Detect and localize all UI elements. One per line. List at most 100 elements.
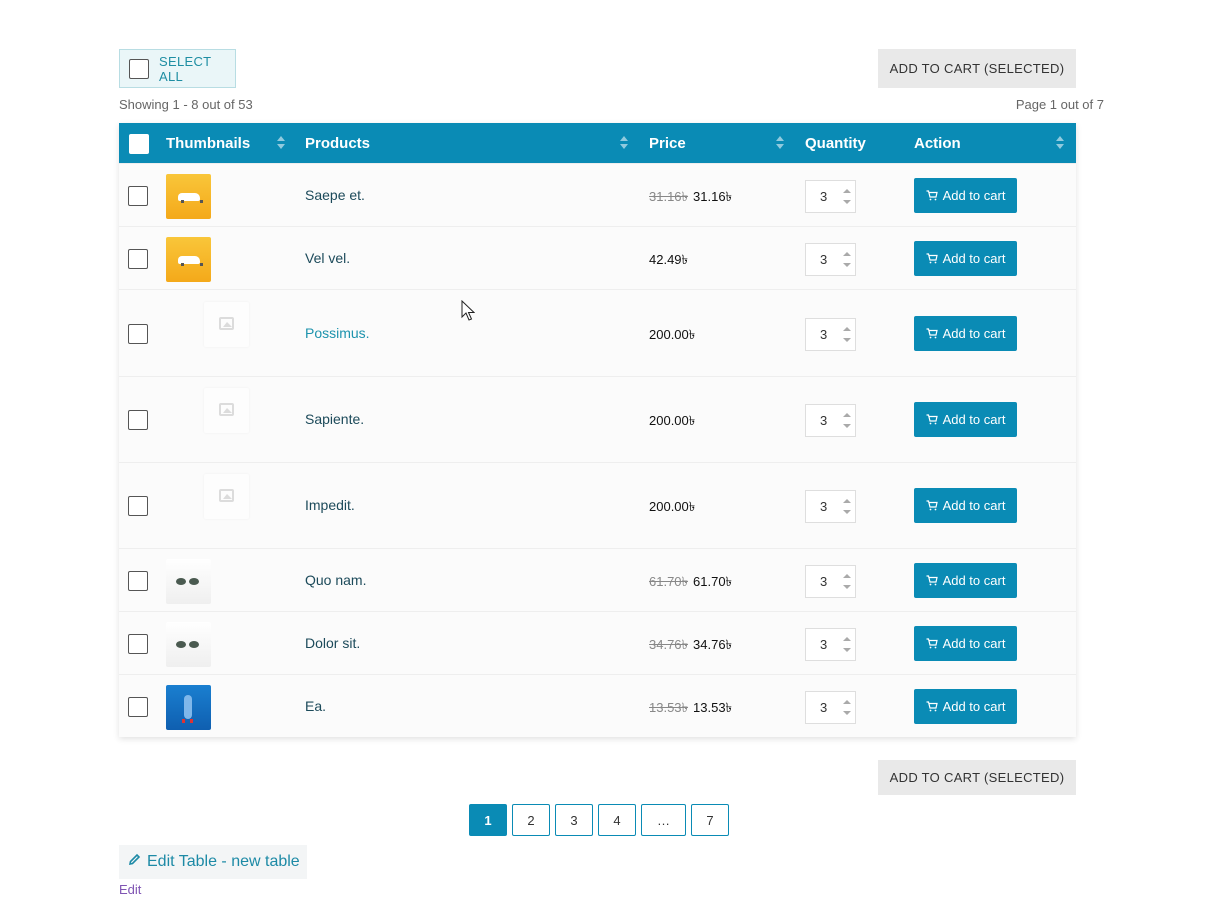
increment-arrow-icon[interactable] (843, 251, 851, 256)
image-placeholder-icon[interactable] (204, 388, 249, 433)
add-to-cart-label: Add to cart (942, 498, 1006, 513)
page-button[interactable]: 7 (691, 804, 729, 836)
quantity-value: 3 (820, 499, 828, 514)
decrement-arrow-icon[interactable] (843, 510, 851, 514)
add-to-cart-button[interactable]: Add to cart (914, 562, 1017, 598)
add-selected-to-cart-button-bottom[interactable]: ADD TO CART (SELECTED) (878, 760, 1076, 795)
add-to-cart-button[interactable]: Add to cart (914, 315, 1017, 351)
row-select-checkbox[interactable] (128, 185, 148, 206)
increment-arrow-icon[interactable] (843, 636, 851, 641)
current-price: 42.49৳ (649, 251, 689, 267)
page-button[interactable]: 3 (555, 804, 593, 836)
row-select-checkbox[interactable] (128, 496, 148, 516)
sort-arrows-icon[interactable] (277, 136, 285, 150)
quantity-stepper[interactable]: 3 (805, 490, 856, 523)
sort-arrows-icon[interactable] (776, 136, 784, 150)
edit-link[interactable]: Edit (119, 882, 141, 897)
edit-table-label: Edit Table - new table (147, 853, 300, 870)
product-name[interactable]: Saepe et. (305, 187, 365, 203)
quantity-stepper[interactable]: 3 (805, 179, 856, 213)
quantity-value: 3 (820, 326, 828, 342)
image-placeholder-icon[interactable] (204, 301, 249, 347)
quantity-value: 3 (820, 573, 828, 589)
add-to-cart-button[interactable]: Add to cart (914, 625, 1017, 661)
product-thumbnail[interactable] (166, 621, 211, 667)
page-button[interactable]: 2 (512, 804, 550, 836)
increment-arrow-icon[interactable] (843, 188, 851, 193)
decrement-arrow-icon[interactable] (843, 584, 851, 589)
product-name[interactable]: Impedit. (305, 497, 355, 513)
add-to-cart-label: Add to cart (942, 187, 1006, 203)
increment-arrow-icon[interactable] (843, 573, 851, 578)
table-row: Possimus. 200.00৳ 3 Add to cart (119, 289, 1076, 376)
quantity-stepper[interactable]: 3 (805, 317, 856, 351)
current-price: 200.00৳ (649, 326, 696, 342)
quantity-stepper[interactable]: 3 (805, 690, 856, 724)
edit-table-button[interactable]: Edit Table - new table (119, 845, 307, 879)
decrement-arrow-icon[interactable] (843, 424, 851, 428)
header-thumbnails[interactable]: Thumbnails (166, 123, 250, 163)
product-name[interactable]: Sapiente. (305, 411, 364, 427)
increment-arrow-icon[interactable] (843, 699, 851, 704)
product-name[interactable]: Ea. (305, 698, 326, 714)
current-price: 34.76৳ (693, 636, 733, 652)
sort-arrows-icon[interactable] (1056, 136, 1064, 150)
select-all-toggle[interactable]: SELECT ALL (119, 49, 236, 88)
row-select-checkbox[interactable] (128, 410, 148, 430)
quantity-value: 3 (820, 636, 828, 652)
decrement-arrow-icon[interactable] (843, 647, 851, 652)
image-placeholder-icon[interactable] (204, 474, 249, 519)
add-to-cart-button[interactable]: Add to cart (914, 688, 1017, 724)
decrement-arrow-icon[interactable] (843, 710, 851, 715)
select-all-checkbox[interactable] (129, 58, 149, 79)
product-name[interactable]: Possimus. (305, 325, 370, 341)
product-price: 31.16৳ 31.16৳ (649, 188, 732, 209)
mouse-cursor-icon (461, 299, 476, 326)
page-button[interactable]: 4 (598, 804, 636, 836)
header-price[interactable]: Price (649, 123, 686, 163)
pagination: 1 2 3 4… 7 (469, 804, 729, 836)
decrement-arrow-icon[interactable] (843, 337, 851, 342)
product-thumbnail[interactable] (166, 173, 211, 219)
header-select-checkbox[interactable] (129, 134, 149, 154)
header-products[interactable]: Products (305, 123, 370, 163)
add-to-cart-label: Add to cart (942, 698, 1006, 714)
quantity-stepper[interactable]: 3 (805, 627, 856, 661)
quantity-stepper[interactable]: 3 (805, 242, 856, 276)
pencil-icon (128, 853, 141, 871)
page-button[interactable]: 1 (469, 804, 507, 836)
row-select-checkbox[interactable] (128, 323, 148, 344)
add-to-cart-button[interactable]: Add to cart (914, 488, 1017, 523)
add-to-cart-button[interactable]: Add to cart (914, 177, 1017, 213)
product-thumbnail[interactable] (166, 236, 211, 282)
product-name[interactable]: Dolor sit. (305, 635, 360, 651)
table-top-controls: SELECT ALL ADD TO CART (SELECTED) (119, 49, 1076, 88)
cart-icon (926, 700, 938, 712)
row-select-checkbox[interactable] (128, 570, 148, 591)
product-price: 13.53৳ 13.53৳ (649, 699, 732, 720)
sort-arrows-icon[interactable] (620, 136, 628, 150)
header-quantity: Quantity (805, 134, 866, 152)
add-selected-to-cart-button[interactable]: ADD TO CART (SELECTED) (878, 49, 1076, 88)
table-info: Showing 1 - 8 out of 53 Page 1 out of 7 (119, 97, 1104, 112)
table-header: Thumbnails Products Price Quantity Actio… (119, 123, 1076, 163)
add-to-cart-button[interactable]: Add to cart (914, 240, 1017, 276)
add-to-cart-label: Add to cart (942, 635, 1006, 651)
quantity-stepper[interactable]: 3 (805, 404, 856, 437)
row-select-checkbox[interactable] (128, 696, 148, 717)
product-name[interactable]: Vel vel. (305, 250, 350, 266)
decrement-arrow-icon[interactable] (843, 199, 851, 204)
quantity-stepper[interactable]: 3 (805, 564, 856, 598)
increment-arrow-icon[interactable] (843, 326, 851, 331)
add-to-cart-button[interactable]: Add to cart (914, 402, 1017, 437)
decrement-arrow-icon[interactable] (843, 262, 851, 267)
row-select-checkbox[interactable] (128, 633, 148, 654)
row-select-checkbox[interactable] (128, 248, 148, 269)
table-row: Sapiente. 200.00৳ 3 Add to cart (119, 376, 1076, 462)
increment-arrow-icon[interactable] (843, 413, 851, 417)
product-thumbnail[interactable] (166, 558, 211, 604)
product-thumbnail[interactable] (166, 684, 211, 730)
add-to-cart-label: Add to cart (942, 412, 1006, 427)
increment-arrow-icon[interactable] (843, 499, 851, 503)
product-name[interactable]: Quo nam. (305, 572, 366, 588)
